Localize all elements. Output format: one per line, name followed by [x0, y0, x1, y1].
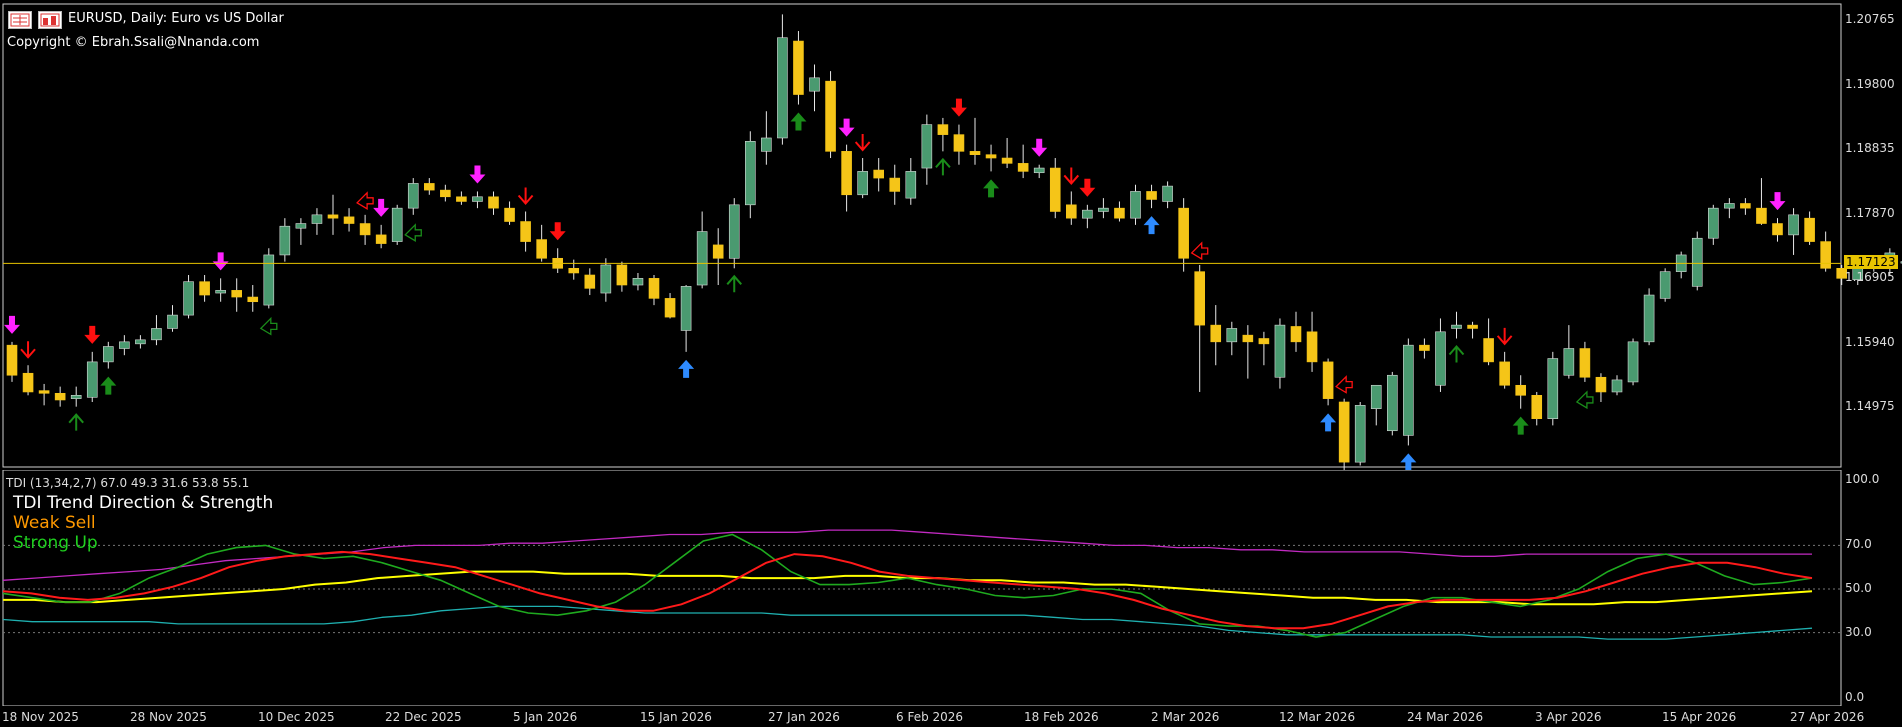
- price-axis-label: 1.19800: [1845, 76, 1895, 91]
- time-axis[interactable]: 18 Nov 2025 28 Nov 2025 10 Dec 2025 22 Dec …: [0, 706, 1902, 727]
- tdi-chart[interactable]: [0, 470, 1902, 706]
- time-axis-label: 10 Dec 2025: [258, 710, 335, 724]
- tdi-indicator-pane[interactable]: TDI (13,34,2,7) 67.0 49.3 31.6 53.8 55.1…: [0, 470, 1902, 706]
- time-axis-label: 28 Nov 2025: [130, 710, 207, 724]
- candle: [1322, 358, 1334, 406]
- candle: [183, 274, 194, 319]
- chart-title: EURUSD, Daily: Euro vs US Dollar: [68, 11, 284, 26]
- candle: [825, 71, 836, 159]
- candle: [1338, 398, 1350, 470]
- candle: [1691, 231, 1703, 291]
- time-axis-label: 18 Nov 2025: [2, 710, 79, 724]
- time-axis-label: 27 Jan 2026: [768, 710, 840, 724]
- time-axis-label: 22 Dec 2025: [385, 710, 462, 724]
- candle: [1659, 268, 1671, 302]
- price-axis-label: 1.20765: [1845, 12, 1895, 26]
- chart-list-icon[interactable]: [8, 11, 32, 29]
- tdi-axis[interactable]: 100.0 70.0 50.0 30.0 0.0: [1841, 470, 1902, 706]
- current-price-tag: 1.17123: [1844, 255, 1898, 270]
- tdi-params-label: TDI (13,34,2,7) 67.0 49.3 31.6 53.8 55.1: [6, 476, 250, 490]
- price-axis-label: 1.18835: [1845, 141, 1895, 155]
- price-axis[interactable]: 1.20765 1.19800 1.18835 1.17870 1.16905 1.159…: [1841, 0, 1902, 470]
- time-axis-label: 27 Apr 2026: [1790, 710, 1865, 724]
- candle: [728, 198, 740, 269]
- time-axis-label: 24 Mar 2026: [1407, 710, 1484, 724]
- candle: [1547, 351, 1559, 426]
- candle: [1354, 401, 1366, 466]
- time-axis-label: 15 Apr 2026: [1662, 710, 1737, 724]
- price-axis-label: 1.17870: [1845, 205, 1895, 220]
- tdi-signal-strong-up: Strong Up: [13, 533, 98, 553]
- time-axis-label: 6 Feb 2026: [896, 710, 964, 724]
- time-axis-label: 12 Mar 2026: [1279, 710, 1356, 724]
- candle: [391, 204, 403, 245]
- tdi-signal-weak-sell: Weak Sell: [13, 513, 96, 533]
- chart-window-icon[interactable]: [38, 11, 62, 29]
- price-axis-label: 1.16905: [1845, 270, 1895, 284]
- time-axis-label: 18 Feb 2026: [1024, 710, 1099, 724]
- candle: [1627, 338, 1639, 386]
- candle: [263, 248, 275, 309]
- tdi-axis-label: 50.0: [1845, 581, 1872, 595]
- time-axis-label: 3 Apr 2026: [1535, 710, 1602, 724]
- time-axis-label: 5 Jan 2026: [513, 710, 578, 724]
- time-axis-label: 2 Mar 2026: [1151, 710, 1220, 724]
- candle: [1387, 371, 1398, 436]
- price-axis-label: 1.14975: [1845, 399, 1895, 413]
- price-chart[interactable]: [0, 0, 1902, 470]
- time-axis-label: 15 Jan 2026: [640, 710, 712, 724]
- copyright-text: Copyright © Ebrah.Ssali@Nnanda.com: [7, 35, 260, 50]
- tdi-title: TDI Trend Direction & Strength: [13, 493, 274, 513]
- price-axis-label: 1.15940: [1845, 334, 1895, 349]
- tdi-axis-label: 70.0: [1845, 537, 1872, 552]
- candle: [1403, 338, 1414, 446]
- tdi-axis-label: 100.0: [1845, 472, 1880, 486]
- candle: [793, 31, 804, 105]
- tdi-axis-label: 30.0: [1845, 624, 1872, 639]
- price-chart-pane[interactable]: EURUSD, Daily: Euro vs US Dollar Copyrig…: [0, 0, 1902, 470]
- candle: [1643, 288, 1655, 346]
- tdi-axis-label: 0.0: [1845, 690, 1865, 704]
